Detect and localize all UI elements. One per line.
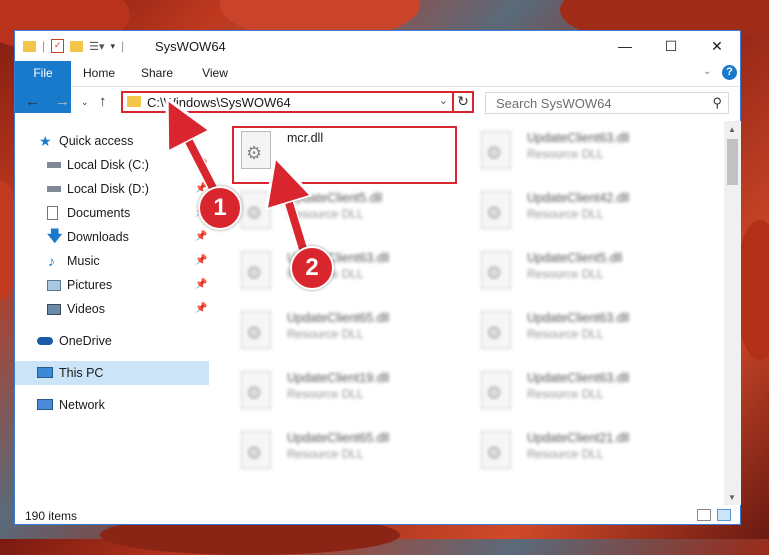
callout-badge-2: 2	[290, 246, 334, 290]
callout-badge-1: 1	[198, 186, 242, 230]
callout-arrows	[0, 0, 769, 258]
